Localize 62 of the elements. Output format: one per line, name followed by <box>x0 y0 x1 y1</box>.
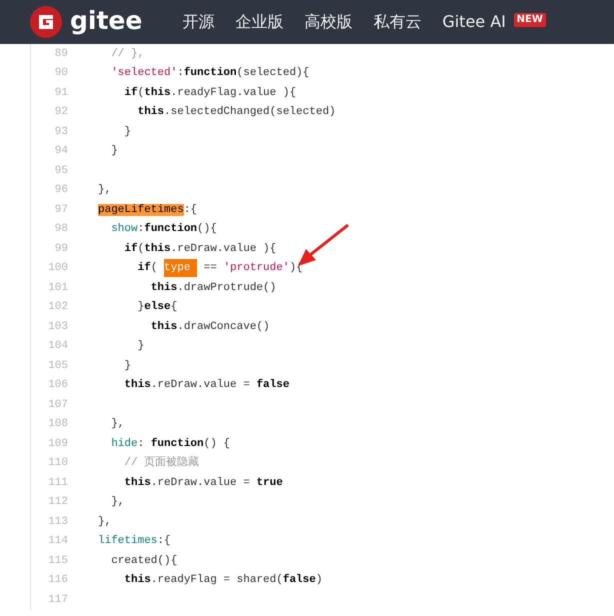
line-number: 94 <box>54 144 68 159</box>
line-number: 95 <box>54 164 68 178</box>
nav-link[interactable]: 企业版 <box>235 12 284 31</box>
code-line: show:function(){ <box>110 222 217 237</box>
line-number: 106 <box>47 378 68 393</box>
line-number: 115 <box>47 554 68 568</box>
code-line: 'selected':function(selected){ <box>110 66 310 81</box>
line-number: 113 <box>47 514 68 530</box>
code-line: this.reDraw.value = true <box>123 476 283 490</box>
code-line: }, <box>110 417 124 432</box>
code-line: this.readyFlag = shared(false) <box>123 572 322 588</box>
logo-text[interactable]: gitee <box>70 8 142 32</box>
line-number: 111 <box>47 476 68 490</box>
nav-link[interactable]: 高校版 <box>304 12 352 31</box>
new-badge: NEW <box>514 13 546 27</box>
code-line: }, <box>98 183 112 198</box>
code-line: } <box>123 124 132 140</box>
code-line: this.reDraw.value = false <box>123 378 290 393</box>
code-line: this.selectedChanged(selected) <box>136 105 336 120</box>
line-number: 108 <box>47 417 68 432</box>
code-line: lifetimes:{ <box>98 534 171 549</box>
nav-link[interactable]: 开源 <box>182 12 214 31</box>
line-number: 97 <box>54 202 68 218</box>
line-number: 90 <box>54 66 68 81</box>
line-number: 96 <box>54 183 68 198</box>
logo-icon[interactable] <box>30 6 62 38</box>
line-number: 93 <box>54 124 68 140</box>
code-line: } <box>110 144 118 159</box>
line-number: 105 <box>47 358 68 374</box>
code-line: } <box>136 339 144 354</box>
code-line: if(this.reDraw.value ){ <box>123 242 276 256</box>
nav-link[interactable]: Gitee AI <box>442 12 506 31</box>
line-number: 99 <box>54 242 68 256</box>
line-number: 114 <box>47 534 68 549</box>
line-number: 107 <box>47 398 68 412</box>
line-number: 109 <box>47 436 68 452</box>
line-number: 112 <box>47 495 68 510</box>
line-number: 101 <box>47 280 68 296</box>
code-line: created(){ <box>110 554 178 568</box>
line-number: 89 <box>54 46 68 62</box>
line-number: 110 <box>47 456 68 471</box>
line-number: 104 <box>47 339 68 354</box>
line-number: 98 <box>54 222 68 237</box>
code-line: if(this.readyFlag.value ){ <box>123 86 296 100</box>
code-line: this.drawProtrude() <box>150 280 276 296</box>
code-line: }else{ <box>136 300 178 315</box>
code-line: }, <box>98 514 112 530</box>
code-line: } <box>123 358 132 374</box>
line-number: 103 <box>47 320 68 334</box>
code-line: // 页面被隐藏 <box>123 455 200 471</box>
code-line: }, <box>110 495 124 510</box>
line-number: 117 <box>47 592 68 608</box>
line-number: 100 <box>47 261 68 276</box>
code-line: // }, <box>110 46 144 62</box>
code-line: pageLifetimes:{ <box>98 202 198 218</box>
code-line: this.drawConcave() <box>150 320 270 334</box>
line-number: 102 <box>47 300 68 315</box>
code-line: hide: function() { <box>110 436 230 452</box>
line-number: 91 <box>54 86 68 100</box>
line-number: 92 <box>54 105 68 120</box>
nav-link[interactable]: 私有云 <box>373 12 422 31</box>
line-number: 116 <box>47 573 68 588</box>
